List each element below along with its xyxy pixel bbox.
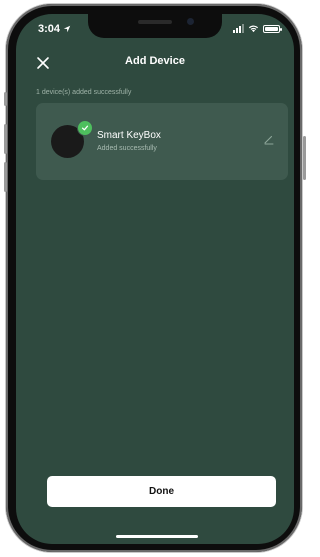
side-button-left-low — [4, 162, 7, 192]
header: Add Device — [16, 52, 294, 74]
page-title: Add Device — [125, 55, 185, 67]
side-button-left-mid — [4, 124, 7, 154]
added-summary: 1 device(s) added successfully — [36, 89, 132, 96]
battery-icon — [263, 24, 282, 33]
notch — [88, 14, 222, 38]
device-name: Smart KeyBox — [97, 130, 161, 141]
location-arrow-icon — [63, 25, 71, 33]
app-screen: 3:04 Add Device 1 device(s) added succes… — [16, 14, 294, 544]
check-icon — [77, 120, 93, 136]
camera — [187, 18, 194, 25]
signal-icon — [233, 24, 244, 33]
battery-level — [265, 26, 278, 31]
wifi-icon — [248, 25, 259, 33]
done-button[interactable]: Done — [47, 476, 276, 507]
side-button-right — [303, 136, 306, 180]
pencil-icon[interactable] — [262, 132, 276, 146]
status-bar-time: 3:04 — [38, 23, 71, 35]
status-icons — [233, 24, 282, 33]
side-button-left-top — [4, 92, 7, 106]
speaker — [138, 20, 172, 24]
time-text: 3:04 — [38, 23, 61, 35]
device-status: Added successfully — [97, 145, 157, 152]
home-indicator[interactable] — [116, 535, 198, 538]
device-card[interactable]: Smart KeyBox Added successfully — [36, 103, 288, 180]
